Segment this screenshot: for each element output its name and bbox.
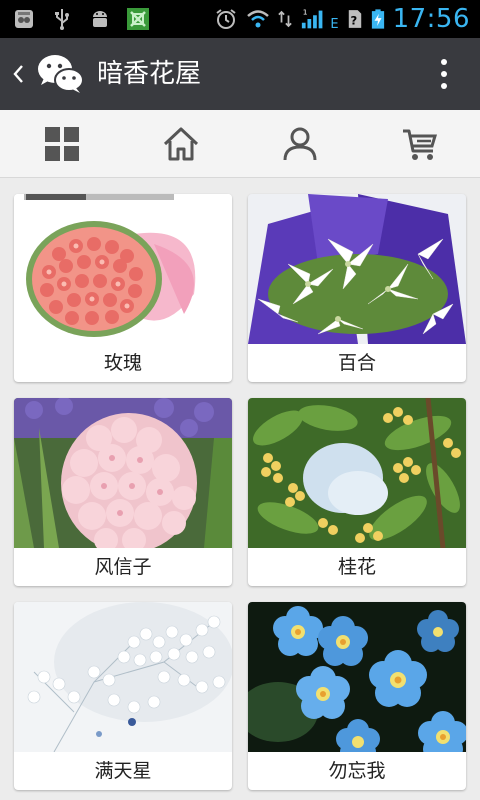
cart-icon (403, 129, 438, 160)
wifi-icon (247, 10, 270, 28)
status-left-icons (12, 4, 150, 34)
battery-charging-icon (371, 9, 384, 29)
svg-text:?: ? (350, 13, 357, 27)
user-icon (283, 127, 317, 161)
product-name: 风信子 (94, 556, 152, 578)
product-name: 勿忘我 (328, 760, 386, 782)
tab-categories[interactable] (42, 124, 82, 164)
product-card-osmanthus[interactable]: 桂花 (248, 398, 466, 586)
wechat-logo-icon (38, 55, 84, 93)
data-arrows-icon (278, 10, 293, 28)
header-bar: 暗香花屋 (0, 38, 480, 110)
tab-profile[interactable] (280, 124, 320, 164)
android-debug-icon (93, 11, 107, 27)
grid-icon (45, 127, 79, 161)
product-card-lily[interactable]: 百合 (248, 194, 466, 382)
svg-text:1: 1 (303, 7, 308, 16)
product-name: 百合 (337, 352, 376, 374)
product-name: 桂花 (337, 556, 376, 578)
signal-icon: 1 (302, 7, 323, 29)
product-image-hyacinth (14, 398, 232, 548)
product-card-rose[interactable]: 玫瑰 (14, 194, 232, 382)
product-image-babys-breath (14, 602, 232, 752)
more-vertical-icon[interactable] (438, 58, 450, 90)
page-title: 暗香花屋 (97, 59, 202, 89)
home-icon (163, 127, 199, 161)
tab-bar (0, 110, 480, 178)
spy-app-icon (15, 10, 33, 28)
sim-unknown-icon: ? (348, 10, 361, 28)
product-name: 玫瑰 (103, 352, 142, 374)
product-image-lily (248, 194, 466, 344)
tab-home[interactable] (161, 124, 201, 164)
product-image-rose (14, 194, 232, 344)
product-card-hyacinth[interactable]: 风信子 (14, 398, 232, 586)
status-time: 17:56 (392, 4, 470, 34)
usb-icon (55, 9, 69, 30)
product-card-babys-breath[interactable]: 满天星 (14, 602, 232, 790)
screenshot-app-icon (127, 8, 149, 30)
network-type: E (330, 16, 339, 32)
product-name: 满天星 (94, 760, 152, 782)
product-image-osmanthus (248, 398, 466, 548)
product-image-forget-me-not (248, 602, 466, 752)
product-card-forget-me-not[interactable]: 勿忘我 (248, 602, 466, 790)
alarm-icon (216, 9, 236, 29)
status-right-icons: 1 E ? 17:56 (214, 4, 470, 34)
status-bar: 1 E ? 17:56 (0, 0, 480, 38)
chevron-left-icon[interactable] (10, 60, 26, 88)
tab-cart[interactable] (400, 124, 440, 164)
